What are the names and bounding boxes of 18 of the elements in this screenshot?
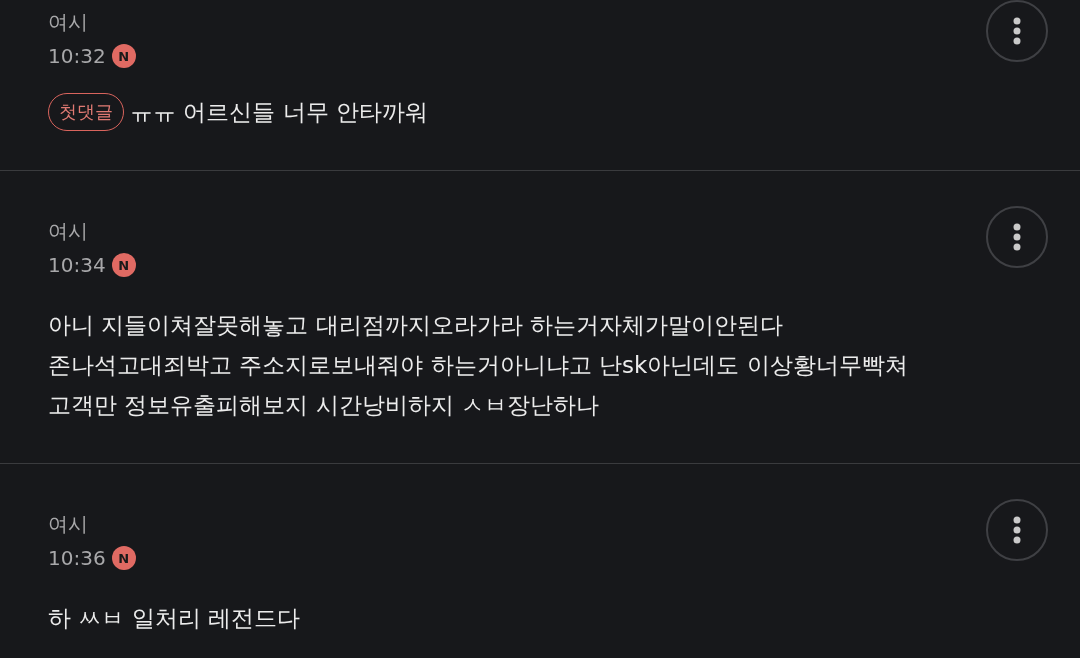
comment-text: ㅠㅠ 어르신들 너무 안타까워 — [130, 98, 428, 127]
new-badge: N — [111, 44, 136, 68]
more-options-button[interactable] — [986, 0, 1048, 62]
comment-text: 아니 지들이쳐잘못해놓고 대리점까지오라가라 하는거자체가말이안된다 존나석고대죄박고 주소지로보내줘야 하는거아니냐고 난sk아닌데도 이상황너무빡쳐 고객만 정보유출피해보지 시간낭비하지 ㅅㅂ장난하나 — [48, 311, 908, 420]
comment-time: 10:34 — [48, 253, 106, 277]
comment-time: 10:32 — [48, 44, 106, 68]
author-name: 여시 — [48, 10, 88, 34]
author-name: 여시 — [48, 219, 88, 243]
new-badge: N — [111, 253, 136, 277]
more-icon — [1013, 516, 1021, 544]
comment-time: 10:36 — [48, 546, 106, 570]
author-name: 여시 — [48, 512, 88, 536]
more-icon — [1013, 17, 1021, 45]
more-icon — [1013, 223, 1021, 251]
more-options-button[interactable] — [986, 499, 1048, 561]
new-badge: N — [111, 546, 136, 570]
comment-text: 하 ㅆㅂ 일처리 레전드다 — [48, 604, 300, 633]
more-options-button[interactable] — [986, 206, 1048, 268]
